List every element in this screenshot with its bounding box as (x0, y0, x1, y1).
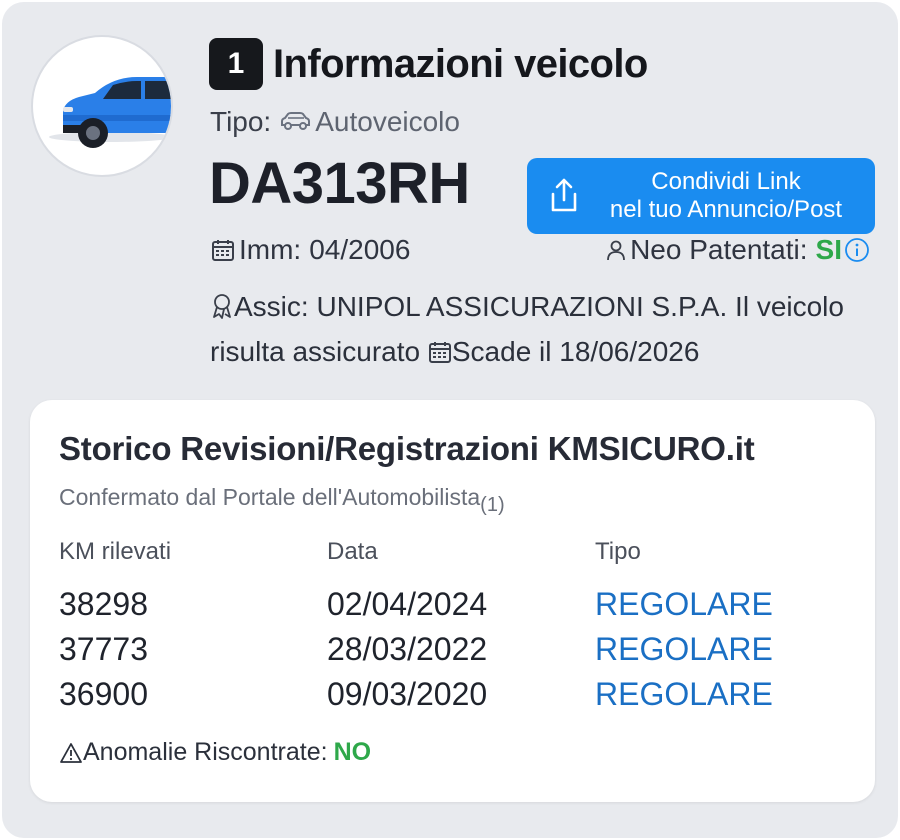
tipo-label: Tipo: (210, 106, 272, 137)
tipo-value: Autoveicolo (315, 106, 460, 137)
neo-label: Neo Patentati: (630, 234, 808, 265)
warning-triangle-icon (60, 742, 82, 763)
step-badge: 1 (209, 38, 263, 90)
neo-patentati-row: Neo Patentati: SI (606, 234, 870, 266)
car-outline-icon (281, 112, 311, 130)
share-upload-icon (551, 178, 577, 212)
anomalies-label: Anomalie Riscontrate: (83, 738, 328, 766)
row-km: 37773 (59, 631, 148, 667)
assic-label: Assic: (234, 291, 309, 322)
history-subtitle: Confermato dal Portale dell'Automobilist… (59, 484, 505, 517)
row-data: 09/03/2020 (327, 676, 488, 712)
scade-label: Scade il (451, 336, 552, 367)
share-button-label: Condividi Link nel tuo Annuncio/Post (589, 168, 863, 224)
imm-value: 04/2006 (309, 234, 411, 265)
user-icon (607, 240, 625, 261)
row-km: 38298 (59, 586, 148, 622)
page-title: Informazioni veicolo (273, 41, 648, 86)
share-button-line1: Condividi Link (651, 168, 801, 195)
info-icon[interactable] (844, 237, 870, 263)
row-tipo: REGOLARE (595, 631, 773, 667)
column-header-data: Data (327, 538, 378, 565)
column-header-km: KM rilevati (59, 538, 172, 565)
scade-value: 18/06/2026 (559, 336, 700, 367)
row-km: 36900 (59, 676, 148, 712)
vehicle-info-card: 1 Informazioni veicolo Tipo: Autoveicolo… (2, 2, 898, 838)
registration-date-row: Imm: 04/2006 (211, 234, 410, 266)
anomalies-value: NO (333, 738, 372, 766)
anomalies-row: Anomalie Riscontrate: NO (59, 738, 371, 767)
row-tipo: REGOLARE (595, 586, 773, 622)
vehicle-type-row: Tipo: Autoveicolo (210, 106, 460, 138)
row-data: 02/04/2024 (327, 586, 488, 622)
neo-value: SI (815, 234, 842, 265)
row-tipo: REGOLARE (595, 676, 773, 712)
history-title: Storico Revisioni/Registrazioni KMSICURO… (59, 430, 755, 467)
imm-label: Imm: (239, 234, 302, 265)
title-row: 1 Informazioni veicolo (209, 38, 648, 90)
revision-history-card: Storico Revisioni/Registrazioni KMSICURO… (30, 400, 875, 802)
calendar-icon (428, 342, 451, 363)
column-header-tipo: Tipo (595, 538, 641, 565)
calendar-icon (212, 240, 234, 261)
vehicle-avatar (31, 35, 173, 177)
car-image-icon (49, 77, 171, 148)
share-link-button[interactable]: Condividi Link nel tuo Annuncio/Post (527, 158, 875, 234)
history-subtitle-ref: (1) (480, 494, 505, 516)
award-icon (213, 294, 231, 319)
row-data: 28/03/2022 (327, 631, 488, 667)
insurance-info: Assic: UNIPOL ASSICURAZIONI S.P.A. Il ve… (210, 284, 850, 374)
license-plate: DA313RH (209, 151, 470, 216)
history-subtitle-text: Confermato dal Portale dell'Automobilist… (59, 484, 481, 510)
share-button-line2: nel tuo Annuncio/Post (609, 196, 843, 223)
